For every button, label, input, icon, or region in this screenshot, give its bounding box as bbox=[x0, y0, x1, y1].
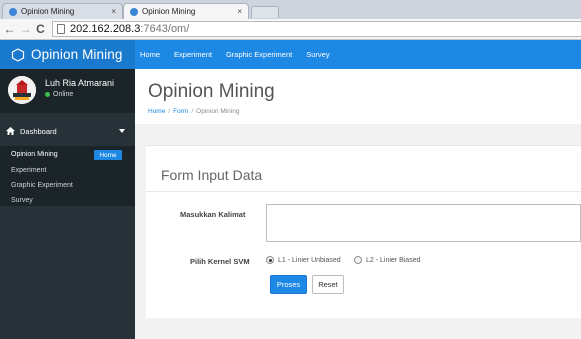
globe-icon bbox=[9, 7, 17, 16]
close-icon[interactable]: × bbox=[111, 7, 116, 16]
url-host: 202.162.208.3 bbox=[70, 23, 141, 35]
dashboard-submenu: Opinion Mining Home Experiment Graphic E… bbox=[0, 146, 135, 206]
profile-status: Online bbox=[45, 91, 73, 98]
breadcrumb-form[interactable]: Form bbox=[173, 108, 188, 115]
browser-tab-title: Opinion Mining bbox=[21, 7, 75, 16]
sidebar-item-label: Survey bbox=[11, 196, 33, 204]
sidebar-item-label: Opinion Mining bbox=[11, 150, 58, 158]
document-icon bbox=[57, 24, 65, 34]
avatar-logo-icon bbox=[8, 76, 36, 104]
browser-tab-strip: Opinion Mining × Opinion Mining × bbox=[0, 0, 581, 19]
form-panel: Form Input Data Masukkan Kalimat Pilih K… bbox=[146, 145, 581, 318]
radio-l2[interactable] bbox=[354, 256, 362, 264]
divider bbox=[146, 191, 581, 192]
radio-l1-label: L1 - Linier Unbiased bbox=[278, 256, 341, 264]
sidebar-item-experiment[interactable]: Experiment bbox=[11, 163, 46, 177]
app-top-bar: Opinion Mining Home Experiment Graphic E… bbox=[0, 40, 581, 69]
brand-label: Opinion Mining bbox=[31, 47, 123, 62]
globe-icon bbox=[130, 7, 138, 16]
page-header: Opinion Mining Home / Form / Opinion Mining bbox=[135, 69, 581, 124]
form-title: Form Input Data bbox=[161, 167, 263, 183]
browser-toolbar: ← → C 202.162.208.3 :7643/om/ bbox=[0, 19, 581, 40]
radio-l2-label: L2 - Linier Biased bbox=[366, 256, 421, 264]
kernel-label: Pilih Kernel SVM bbox=[190, 257, 250, 266]
profile-name: Luh Ria Atmarani bbox=[45, 78, 115, 88]
nav-experiment[interactable]: Experiment bbox=[174, 50, 212, 59]
hexagon-icon bbox=[11, 47, 25, 62]
sidebar-item-label: Dashboard bbox=[20, 126, 57, 136]
radio-l1[interactable] bbox=[266, 256, 274, 264]
breadcrumb: Home / Form / Opinion Mining bbox=[148, 108, 240, 115]
browser-tab-2[interactable]: Opinion Mining × bbox=[123, 3, 249, 19]
kalimat-input[interactable] bbox=[266, 204, 581, 242]
radio-option-l1[interactable]: L1 - Linier Unbiased bbox=[266, 256, 341, 264]
breadcrumb-current: Opinion Mining bbox=[196, 108, 240, 115]
browser-tab-1[interactable]: Opinion Mining × bbox=[2, 3, 123, 19]
forward-arrow-icon[interactable]: → bbox=[19, 22, 32, 36]
breadcrumb-separator: / bbox=[191, 108, 194, 115]
online-dot-icon bbox=[45, 92, 50, 97]
sidebar-item-opinion-mining[interactable]: Opinion Mining bbox=[11, 147, 58, 161]
nav-home[interactable]: Home bbox=[140, 50, 160, 59]
brand[interactable]: Opinion Mining bbox=[0, 40, 135, 69]
reload-icon[interactable]: C bbox=[34, 22, 47, 36]
breadcrumb-separator: / bbox=[168, 108, 171, 115]
browser-tab-title: Opinion Mining bbox=[142, 7, 196, 16]
reset-button[interactable]: Reset bbox=[312, 275, 344, 294]
avatar bbox=[8, 76, 36, 104]
caret-down-icon[interactable] bbox=[119, 129, 125, 133]
sidebar-item-survey[interactable]: Survey bbox=[11, 193, 33, 207]
home-badge: Home bbox=[94, 150, 122, 160]
top-nav: Home Experiment Graphic Experiment Surve… bbox=[140, 40, 344, 69]
breadcrumb-home[interactable]: Home bbox=[148, 108, 165, 115]
sidebar-item-label: Graphic Experiment bbox=[11, 181, 73, 189]
sidebar-item-graphic-experiment[interactable]: Graphic Experiment bbox=[11, 178, 73, 192]
nav-survey[interactable]: Survey bbox=[306, 50, 329, 59]
page-title: Opinion Mining bbox=[148, 81, 275, 102]
close-icon[interactable]: × bbox=[237, 7, 242, 16]
proses-button[interactable]: Proses bbox=[270, 275, 307, 294]
user-profile: Luh Ria Atmarani Online bbox=[0, 69, 135, 113]
new-tab-button[interactable] bbox=[251, 6, 279, 18]
radio-option-l2[interactable]: L2 - Linier Biased bbox=[354, 256, 420, 264]
kalimat-label: Masukkan Kalimat bbox=[180, 210, 246, 219]
sidebar-item-label: Experiment bbox=[11, 166, 47, 174]
address-bar[interactable]: 202.162.208.3 :7643/om/ bbox=[52, 21, 581, 37]
home-icon bbox=[6, 127, 15, 135]
sidebar: Luh Ria Atmarani Online Dashboard Opinio… bbox=[0, 69, 135, 339]
sidebar-item-dashboard[interactable]: Dashboard bbox=[0, 121, 135, 141]
nav-graphic-experiment[interactable]: Graphic Experiment bbox=[226, 50, 292, 59]
profile-status-label: Online bbox=[53, 91, 74, 98]
back-arrow-icon[interactable]: ← bbox=[3, 22, 16, 36]
url-path: :7643/om/ bbox=[140, 23, 190, 35]
